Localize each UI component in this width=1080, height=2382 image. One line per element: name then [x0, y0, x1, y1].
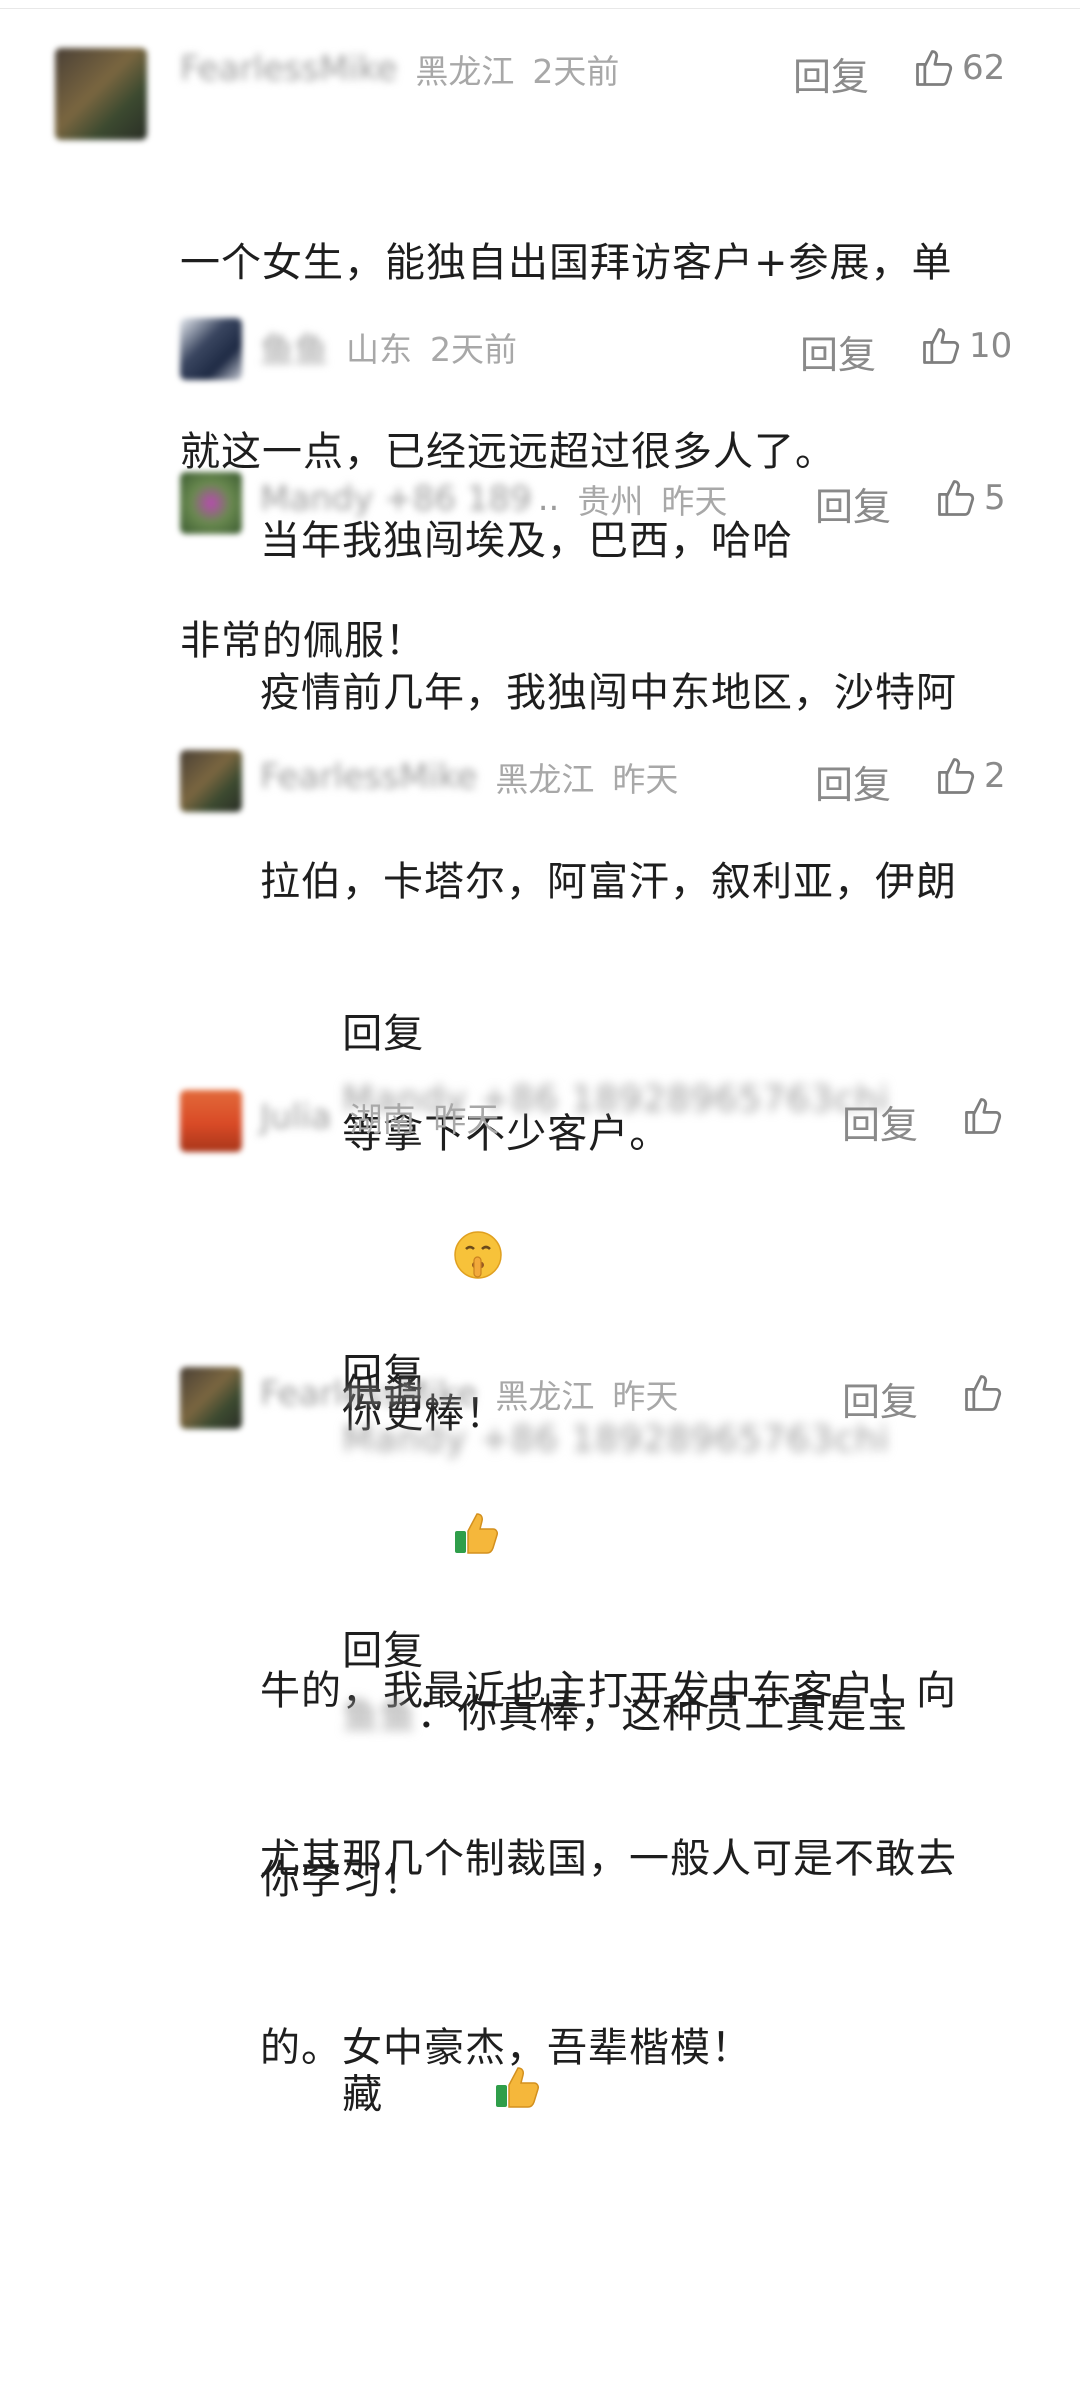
reply-button[interactable]: 回复	[815, 476, 891, 531]
like-button[interactable]: 10	[919, 324, 1012, 368]
timestamp: 昨天	[612, 1377, 679, 1416]
reply-button[interactable]: 回复	[800, 324, 876, 379]
comment-line-with-emoji: 藏	[260, 1937, 908, 2256]
like-count: 62	[962, 48, 1006, 88]
comment-meta: FearlessMike 黑龙江 昨天	[260, 1369, 678, 1419]
like-button[interactable]	[961, 1371, 1011, 1415]
comment-meta: Mandy +86 189 .. 贵州 昨天	[260, 474, 727, 524]
like-count: 10	[969, 326, 1013, 366]
reply-button[interactable]: 回复	[842, 1094, 918, 1149]
location: 黑龙江	[415, 52, 515, 91]
timestamp: 2天前	[430, 330, 517, 369]
reply-prefix: 回复	[342, 1628, 425, 1674]
username[interactable]: 鱼鱼	[260, 323, 328, 372]
like-count: 2	[984, 756, 1006, 796]
reply-prefix: 回复	[342, 1011, 425, 1057]
reply-colon: ：	[416, 1691, 458, 1737]
thumbs-up-emoji-icon	[383, 2000, 543, 2193]
thumbs-up-icon	[938, 758, 975, 794]
comment-line: 你真棒，这种员工真是宝	[457, 1691, 909, 1737]
reply-button[interactable]: 回复	[793, 46, 869, 101]
like-button[interactable]	[961, 1094, 1011, 1138]
avatar[interactable]	[180, 472, 242, 534]
reply-button[interactable]: 回复	[842, 1371, 918, 1426]
timestamp: 昨天	[612, 760, 679, 799]
comment-meta: 鱼鱼 山东 2天前	[260, 322, 517, 372]
username[interactable]: Mandy +86 189	[260, 479, 532, 519]
thumbs-up-icon	[965, 1375, 1002, 1411]
like-button[interactable]: 2	[934, 754, 1006, 798]
location: 黑龙江	[495, 1377, 595, 1416]
thumbs-up-icon	[916, 50, 953, 86]
username[interactable]: FearlessMike	[180, 49, 397, 89]
timestamp: 昨天	[661, 482, 728, 521]
comment-line: 一个女生，能独自出国拜访客户+参展，单	[180, 240, 953, 286]
reply-button[interactable]: 回复	[815, 754, 891, 809]
like-button[interactable]: 62	[912, 46, 1005, 90]
username[interactable]: FearlessMike	[260, 757, 477, 797]
comment-meta: Julia 湖南 昨天	[260, 1092, 499, 1142]
timestamp: 2天前	[532, 52, 620, 91]
thumbs-up-icon	[938, 480, 975, 516]
username[interactable]: Julia	[260, 1097, 331, 1137]
location: 山东	[346, 330, 412, 369]
comment-meta: FearlessMike 黑龙江 2天前	[180, 44, 619, 94]
avatar[interactable]	[180, 1367, 242, 1429]
timestamp: 昨天	[433, 1100, 500, 1139]
location: 黑龙江	[495, 760, 595, 799]
like-count: 5	[984, 478, 1006, 518]
thumbs-up-icon	[923, 328, 960, 364]
avatar[interactable]	[180, 318, 242, 380]
avatar[interactable]	[180, 750, 242, 812]
comment-meta: FearlessMike 黑龙江 昨天	[260, 752, 678, 802]
comment-line: 疫情前几年，我独闯中东地区，沙特阿	[260, 670, 957, 716]
top-divider	[0, 8, 1080, 9]
comment-line: 藏	[342, 2071, 384, 2117]
reply-target-name[interactable]: 鱼鱼	[342, 1685, 416, 1748]
reply-to-line: 回复 鱼鱼：你真棒，这种员工真是宝	[260, 1557, 908, 1811]
avatar[interactable]	[180, 1090, 242, 1152]
comment-text: 回复 鱼鱼：你真棒，这种员工真是宝 藏	[260, 1431, 908, 2382]
avatar[interactable]	[55, 48, 147, 140]
thumbs-up-icon	[965, 1098, 1002, 1134]
location: 贵州	[577, 482, 644, 521]
like-button[interactable]: 5	[934, 476, 1006, 520]
username[interactable]: FearlessMike	[260, 1374, 477, 1414]
location: 湖南	[349, 1100, 416, 1139]
name-ellipsis: ..	[537, 479, 560, 519]
